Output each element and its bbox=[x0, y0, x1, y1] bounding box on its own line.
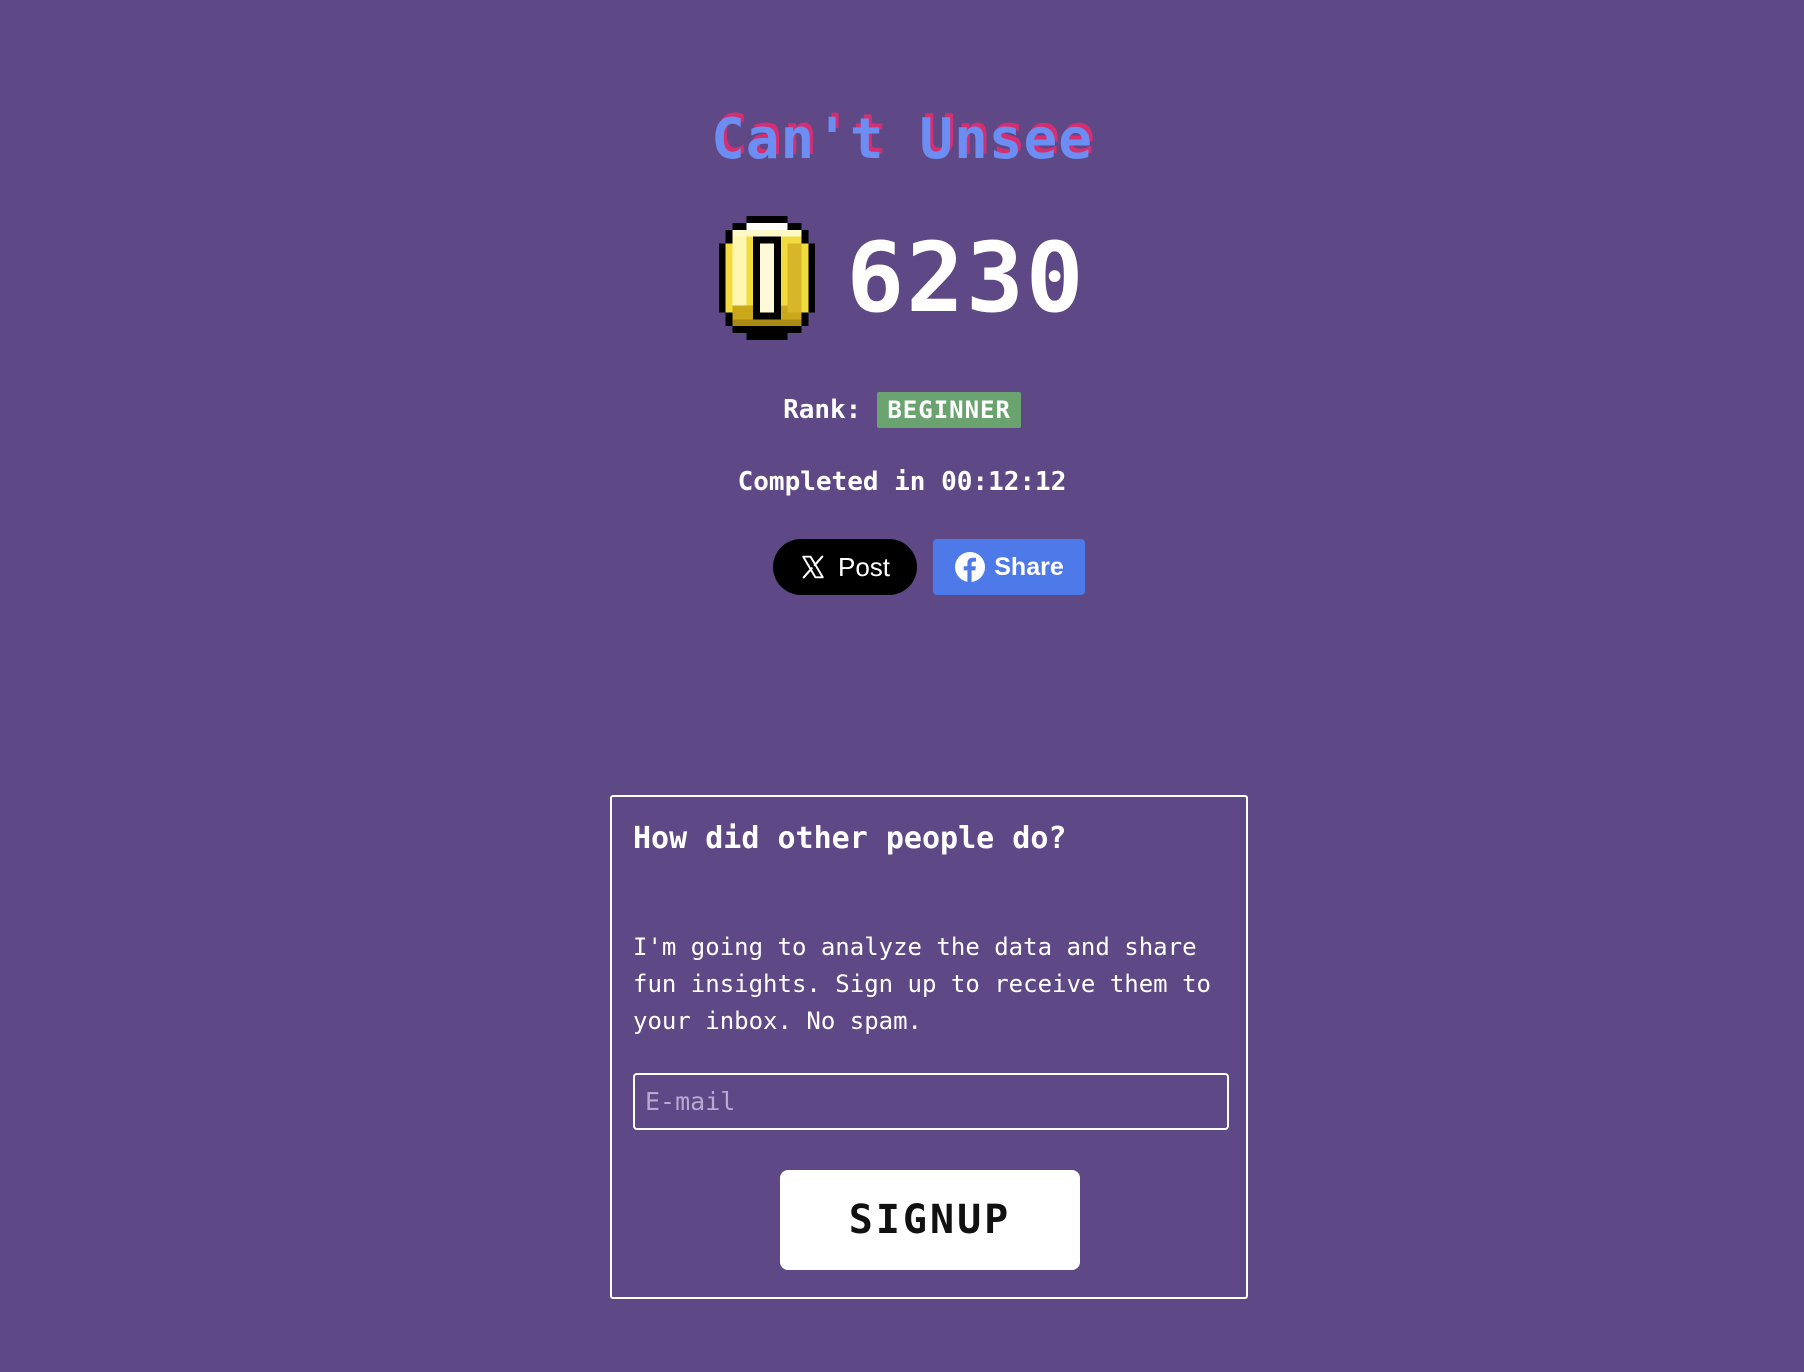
facebook-share-button[interactable]: Share bbox=[933, 539, 1085, 595]
page-title: Can't Unsee bbox=[711, 107, 1093, 172]
completion-time: Completed in 00:12:12 bbox=[737, 467, 1067, 497]
email-field[interactable] bbox=[633, 1073, 1229, 1130]
x-logo-icon bbox=[802, 555, 824, 579]
signup-description: I'm going to analyze the data and share … bbox=[633, 933, 1211, 1035]
share-buttons: Post Share bbox=[773, 539, 1085, 595]
signup-button[interactable]: SIGNUP bbox=[780, 1170, 1080, 1270]
x-post-label: Post bbox=[837, 551, 891, 582]
score-display: 6230 bbox=[0, 214, 1804, 342]
facebook-share-label: Share bbox=[994, 552, 1064, 581]
coin-score: 6230 bbox=[846, 222, 1086, 334]
coin-icon bbox=[719, 216, 816, 340]
signup-card: How did other people do? I'm going to an… bbox=[610, 795, 1248, 1299]
signup-card-title: How did other people do? bbox=[633, 821, 1067, 856]
facebook-icon bbox=[955, 552, 986, 582]
rank-label: Rank: bbox=[783, 395, 862, 425]
x-post-button[interactable]: Post bbox=[773, 539, 917, 595]
rank-row: Rank: BEGINNER bbox=[0, 390, 1804, 430]
rank-badge: BEGINNER bbox=[877, 392, 1021, 428]
